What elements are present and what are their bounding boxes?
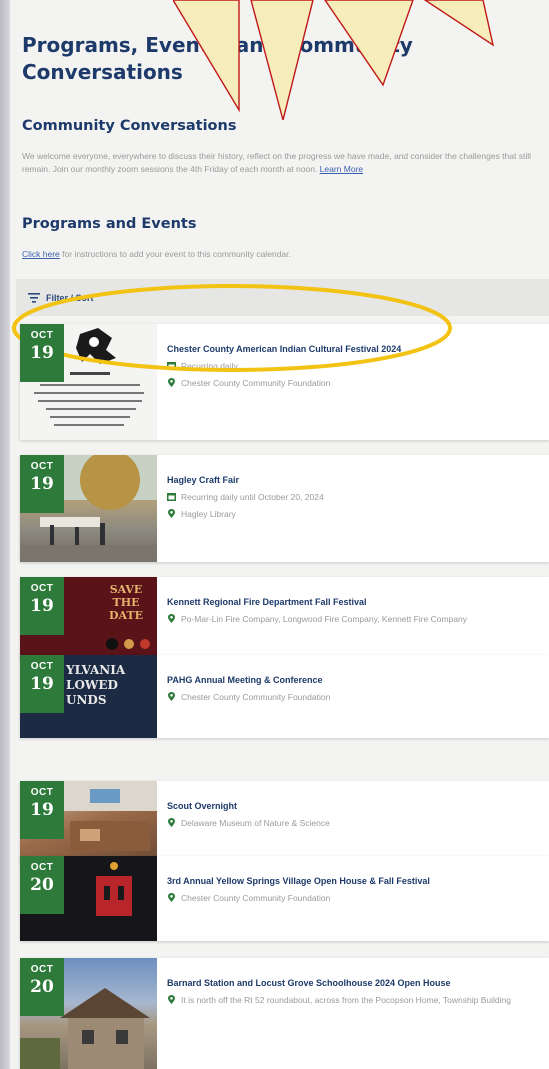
- location-text: Delaware Museum of Nature & Science: [181, 818, 330, 828]
- event-location: Delaware Museum of Nature & Science: [167, 818, 549, 828]
- location-text: Chester County Community Foundation: [181, 692, 331, 702]
- date-day: 19: [30, 800, 54, 820]
- events-page: Programs, Events, and Community Conversa…: [10, 0, 549, 1069]
- event-title-link[interactable]: 3rd Annual Yellow Springs Village Open H…: [167, 876, 549, 886]
- decoration-icon: [106, 638, 150, 650]
- event-location: It is north off the Rt 52 roundabout, ac…: [167, 995, 549, 1006]
- date-month: OCT: [30, 661, 54, 672]
- date-badge: OCT 19: [20, 655, 64, 713]
- pahg-logo-text: YLVANIA LOWED UNDS: [66, 663, 126, 707]
- learn-more-link[interactable]: Learn More: [320, 164, 363, 174]
- event-card[interactable]: SAVE THE DATE OCT 19 Kennett Regional Fi…: [20, 577, 549, 660]
- recurrence-text: Recurring daily until October 20, 2024: [181, 492, 324, 502]
- event-location: Po-Mar-Lin Fire Company, Longwood Fire C…: [167, 614, 549, 624]
- community-description: We welcome everyone, everywhere to discu…: [22, 151, 531, 174]
- event-title-link[interactable]: Hagley Craft Fair: [167, 475, 549, 485]
- event-card[interactable]: OCT 19 Scout Overnight Delaware Museum o…: [20, 781, 549, 864]
- location-pin-icon: [168, 893, 175, 902]
- save-the-date-text: SAVE THE DATE: [108, 583, 144, 622]
- date-badge: OCT 20: [20, 958, 64, 1016]
- community-text: We welcome everyone, everywhere to discu…: [22, 150, 547, 175]
- date-badge: OCT 19: [20, 455, 64, 513]
- date-day: 19: [30, 343, 54, 363]
- event-recurrence: Recurring daily until October 20, 2024: [167, 492, 549, 502]
- event-title-link[interactable]: Scout Overnight: [167, 801, 549, 811]
- date-day: 20: [30, 875, 54, 895]
- date-badge: OCT 19: [20, 577, 64, 635]
- event-title-link[interactable]: Kennett Regional Fire Department Fall Fe…: [167, 597, 549, 607]
- location-pin-icon: [168, 614, 175, 623]
- event-title-link[interactable]: PAHG Annual Meeting & Conference: [167, 675, 549, 685]
- event-location: Chester County Community Foundation: [167, 893, 549, 903]
- date-badge: OCT 19: [20, 781, 64, 839]
- event-card[interactable]: OCT 19 Hagley Craft Fair Recurring daily…: [20, 455, 549, 562]
- location-text: Hagley Library: [181, 509, 236, 519]
- date-month: OCT: [30, 583, 54, 594]
- event-location: Hagley Library: [167, 509, 549, 519]
- date-badge: OCT 20: [20, 856, 64, 914]
- date-day: 19: [30, 596, 54, 616]
- event-location: Chester County Community Foundation: [167, 692, 549, 702]
- location-pin-icon: [168, 509, 175, 518]
- community-heading: Community Conversations: [22, 118, 237, 134]
- date-day: 20: [30, 977, 54, 997]
- location-text: Chester County Community Foundation: [181, 893, 331, 903]
- calendar-icon: [167, 493, 176, 501]
- instructions-label: for instructions to add your event to th…: [59, 249, 291, 259]
- date-month: OCT: [30, 787, 54, 798]
- instructions-text: Click here for instructions to add your …: [22, 249, 291, 259]
- starburst-annotation: [173, 0, 495, 120]
- programs-heading: Programs and Events: [22, 216, 197, 232]
- location-pin-icon: [168, 692, 175, 701]
- event-card[interactable]: OCT 20 Barnard Station and Locust Grove …: [20, 958, 549, 1069]
- date-day: 19: [30, 674, 54, 694]
- location-pin-icon: [168, 818, 175, 827]
- event-card[interactable]: YLVANIA LOWED UNDS OCT 19 PAHG Annual Me…: [20, 655, 549, 738]
- event-card[interactable]: OCT 20 3rd Annual Yellow Springs Village…: [20, 856, 549, 941]
- date-month: OCT: [30, 964, 54, 975]
- event-title-link[interactable]: Barnard Station and Locust Grove Schoolh…: [167, 978, 549, 988]
- click-here-link[interactable]: Click here: [22, 249, 60, 259]
- date-month: OCT: [30, 461, 54, 472]
- date-month: OCT: [30, 330, 54, 341]
- location-text: Po-Mar-Lin Fire Company, Longwood Fire C…: [181, 614, 467, 624]
- location-text: It is north off the Rt 52 roundabout, ac…: [181, 995, 511, 1005]
- date-month: OCT: [30, 862, 54, 873]
- highlight-circle: [12, 284, 452, 372]
- date-badge: OCT 19: [20, 324, 64, 382]
- window-edge: [0, 0, 10, 1069]
- date-day: 19: [30, 474, 54, 494]
- location-pin-icon: [168, 995, 175, 1004]
